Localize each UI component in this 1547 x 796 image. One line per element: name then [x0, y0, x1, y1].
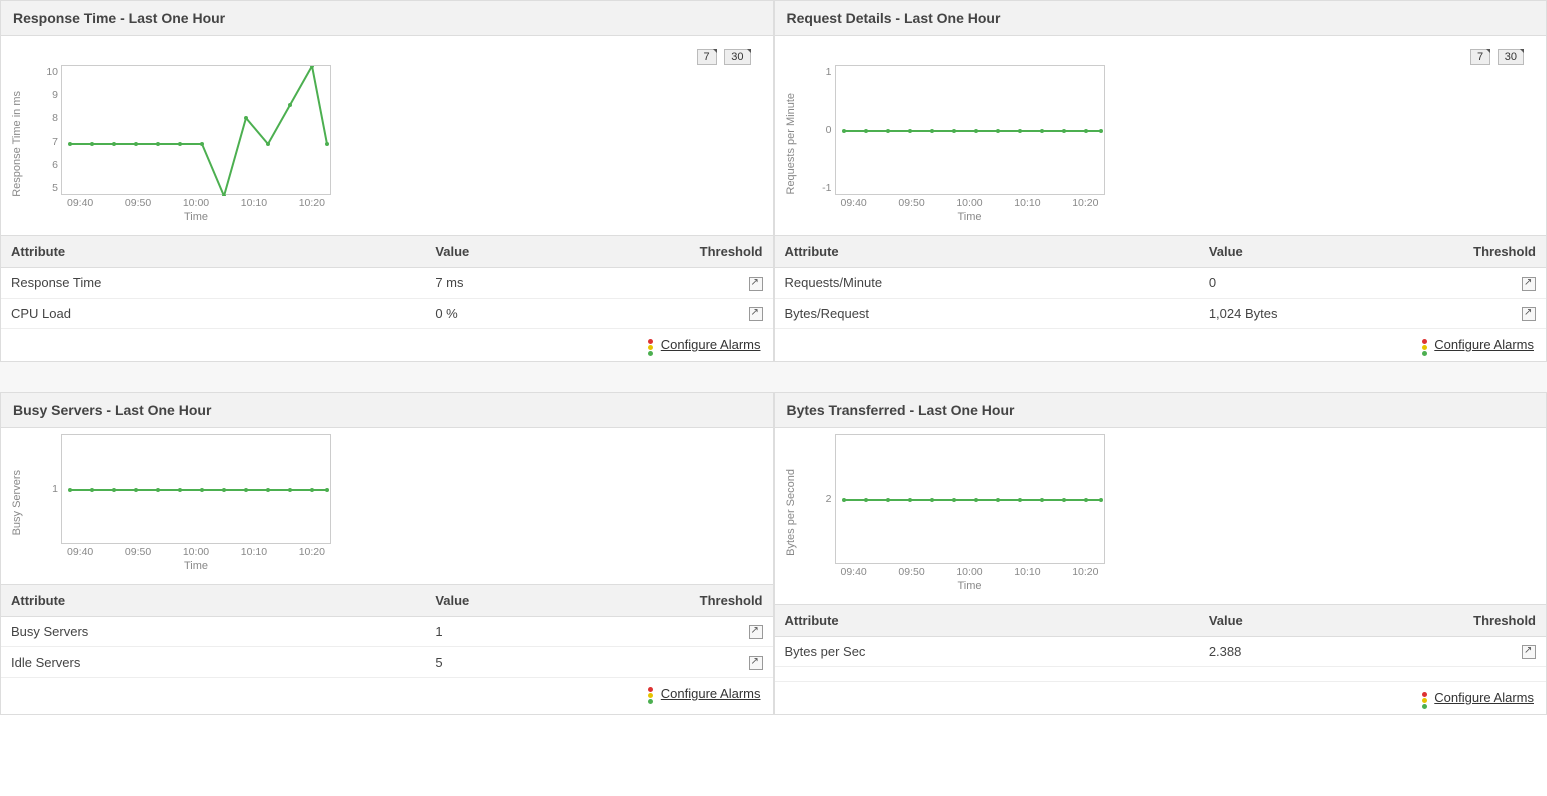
threshold-icon[interactable] [749, 277, 763, 291]
col-attribute: Attribute [1, 236, 425, 268]
traffic-light-icon [647, 687, 655, 701]
bytes-chart [836, 435, 1106, 565]
configure-alarms-link[interactable]: Configure Alarms [1434, 690, 1534, 705]
col-threshold: Threshold [657, 584, 773, 616]
panel-title: Request Details - Last One Hour [775, 1, 1547, 36]
threshold-icon[interactable] [1522, 307, 1536, 321]
table-row: Requests/Minute0 [775, 268, 1547, 299]
traffic-light-icon [647, 339, 655, 353]
col-threshold: Threshold [1430, 236, 1546, 268]
range-7-button[interactable]: 7 [1470, 49, 1490, 65]
traffic-light-icon [1420, 692, 1428, 706]
threshold-icon[interactable] [1522, 645, 1536, 659]
col-threshold: Threshold [657, 236, 773, 268]
threshold-icon[interactable] [749, 625, 763, 639]
col-value: Value [1199, 604, 1430, 636]
table-row: Response Time7 ms [1, 268, 773, 299]
configure-alarms-link[interactable]: Configure Alarms [661, 686, 761, 701]
col-attribute: Attribute [775, 604, 1199, 636]
table-row: Bytes/Request1,024 Bytes [775, 298, 1547, 329]
col-value: Value [425, 584, 656, 616]
busy-servers-chart [62, 435, 332, 545]
configure-alarms-link[interactable]: Configure Alarms [661, 337, 761, 352]
x-axis-label: Time [61, 211, 331, 223]
y-axis-label: Response Time in ms [11, 91, 23, 197]
panel-bytes-transferred: Bytes Transferred - Last One Hour Bytes … [774, 392, 1547, 715]
table-row: Idle Servers5 [1, 647, 773, 678]
panel-response-time: Response Time - Last One Hour 7 30 Respo… [0, 0, 774, 362]
attribute-table: AttributeValueThreshold Busy Servers1 Id… [1, 584, 773, 678]
threshold-icon[interactable] [749, 656, 763, 670]
col-attribute: Attribute [1, 584, 425, 616]
col-attribute: Attribute [775, 236, 1199, 268]
response-time-chart [62, 66, 332, 196]
x-axis-label: Time [835, 211, 1105, 223]
table-row: Busy Servers1 [1, 616, 773, 647]
table-row [775, 667, 1547, 682]
range-30-button[interactable]: 30 [1498, 49, 1524, 65]
col-value: Value [425, 236, 656, 268]
panel-title: Response Time - Last One Hour [1, 1, 773, 36]
y-axis-label: Busy Servers [11, 470, 23, 535]
y-axis-label: Bytes per Second [785, 469, 797, 556]
x-axis-label: Time [835, 580, 1105, 592]
table-row: CPU Load0 % [1, 298, 773, 329]
range-7-button[interactable]: 7 [697, 49, 717, 65]
configure-alarms-link[interactable]: Configure Alarms [1434, 337, 1534, 352]
panel-busy-servers: Busy Servers - Last One Hour Busy Server… [0, 392, 774, 715]
range-30-button[interactable]: 30 [724, 49, 750, 65]
table-row: Bytes per Sec2.388 [775, 636, 1547, 667]
attribute-table: AttributeValueThreshold Requests/Minute0… [775, 235, 1547, 329]
traffic-light-icon [1420, 339, 1428, 353]
col-value: Value [1199, 236, 1430, 268]
panel-request-details: Request Details - Last One Hour 7 30 Req… [774, 0, 1547, 362]
attribute-table: AttributeValueThreshold Bytes per Sec2.3… [775, 604, 1547, 683]
y-axis-label: Requests per Minute [785, 93, 797, 195]
threshold-icon[interactable] [1522, 277, 1536, 291]
panel-title: Busy Servers - Last One Hour [1, 393, 773, 428]
panel-title: Bytes Transferred - Last One Hour [775, 393, 1547, 428]
request-chart [836, 66, 1106, 196]
attribute-table: AttributeValueThreshold Response Time7 m… [1, 235, 773, 329]
x-axis-label: Time [61, 560, 331, 572]
threshold-icon[interactable] [749, 307, 763, 321]
col-threshold: Threshold [1430, 604, 1546, 636]
